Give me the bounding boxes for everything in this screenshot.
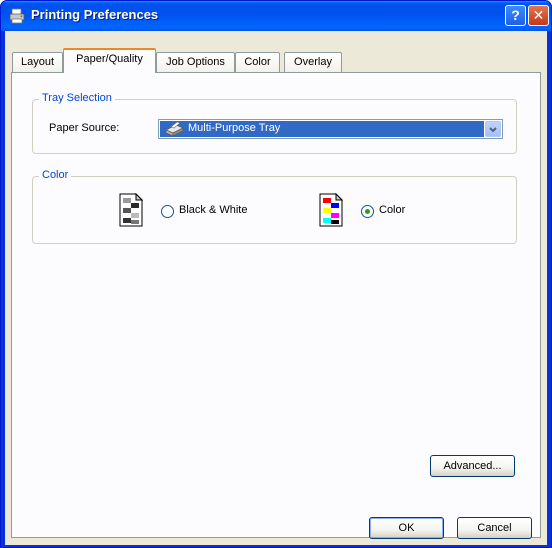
- tab-overlay[interactable]: Overlay: [284, 52, 342, 72]
- tab-paper-quality[interactable]: Paper/Quality: [63, 48, 156, 73]
- help-button[interactable]: ?: [505, 5, 526, 26]
- window-title: Printing Preferences: [31, 7, 159, 22]
- black-white-label[interactable]: Black & White: [179, 204, 247, 216]
- printing-preferences-window: Printing Preferences ? ✕ Layout Paper/Qu…: [0, 0, 552, 548]
- dropdown-arrow-button[interactable]: [485, 121, 501, 137]
- color-radio[interactable]: [361, 205, 374, 218]
- tray-selection-group: Tray Selection Paper Source: Multi-Purpo…: [32, 92, 517, 154]
- title-bar[interactable]: Printing Preferences ? ✕: [1, 1, 551, 31]
- paper-source-selected-value: Multi-Purpose Tray: [160, 121, 484, 137]
- paper-source-label: Paper Source:: [49, 122, 120, 134]
- ok-button[interactable]: OK: [369, 517, 444, 539]
- dialog-client-area: Layout Paper/Quality Job Options Color O…: [5, 31, 547, 545]
- advanced-button[interactable]: Advanced...: [430, 455, 515, 477]
- chevron-down-icon: [489, 127, 497, 133]
- grayscale-document-icon: [119, 193, 143, 227]
- close-button[interactable]: ✕: [528, 5, 549, 26]
- black-white-radio[interactable]: [161, 205, 174, 218]
- printer-tray-icon: [165, 121, 184, 137]
- tray-selection-group-label: Tray Selection: [39, 92, 115, 104]
- printer-icon: [9, 8, 25, 24]
- tab-job-options[interactable]: Job Options: [156, 52, 235, 72]
- cancel-button[interactable]: Cancel: [457, 517, 532, 539]
- color-document-icon: [319, 193, 343, 227]
- tab-panel-paper-quality: Tray Selection Paper Source: Multi-Purpo…: [11, 72, 541, 538]
- color-group-label: Color: [39, 169, 72, 181]
- color-group: Color Black & White Color: [32, 169, 517, 244]
- paper-source-select[interactable]: Multi-Purpose Tray: [158, 119, 503, 139]
- color-option-label[interactable]: Color: [379, 204, 405, 216]
- paper-source-value-text: Multi-Purpose Tray: [188, 122, 281, 134]
- tab-color[interactable]: Color: [235, 52, 280, 72]
- tab-layout[interactable]: Layout: [12, 52, 63, 72]
